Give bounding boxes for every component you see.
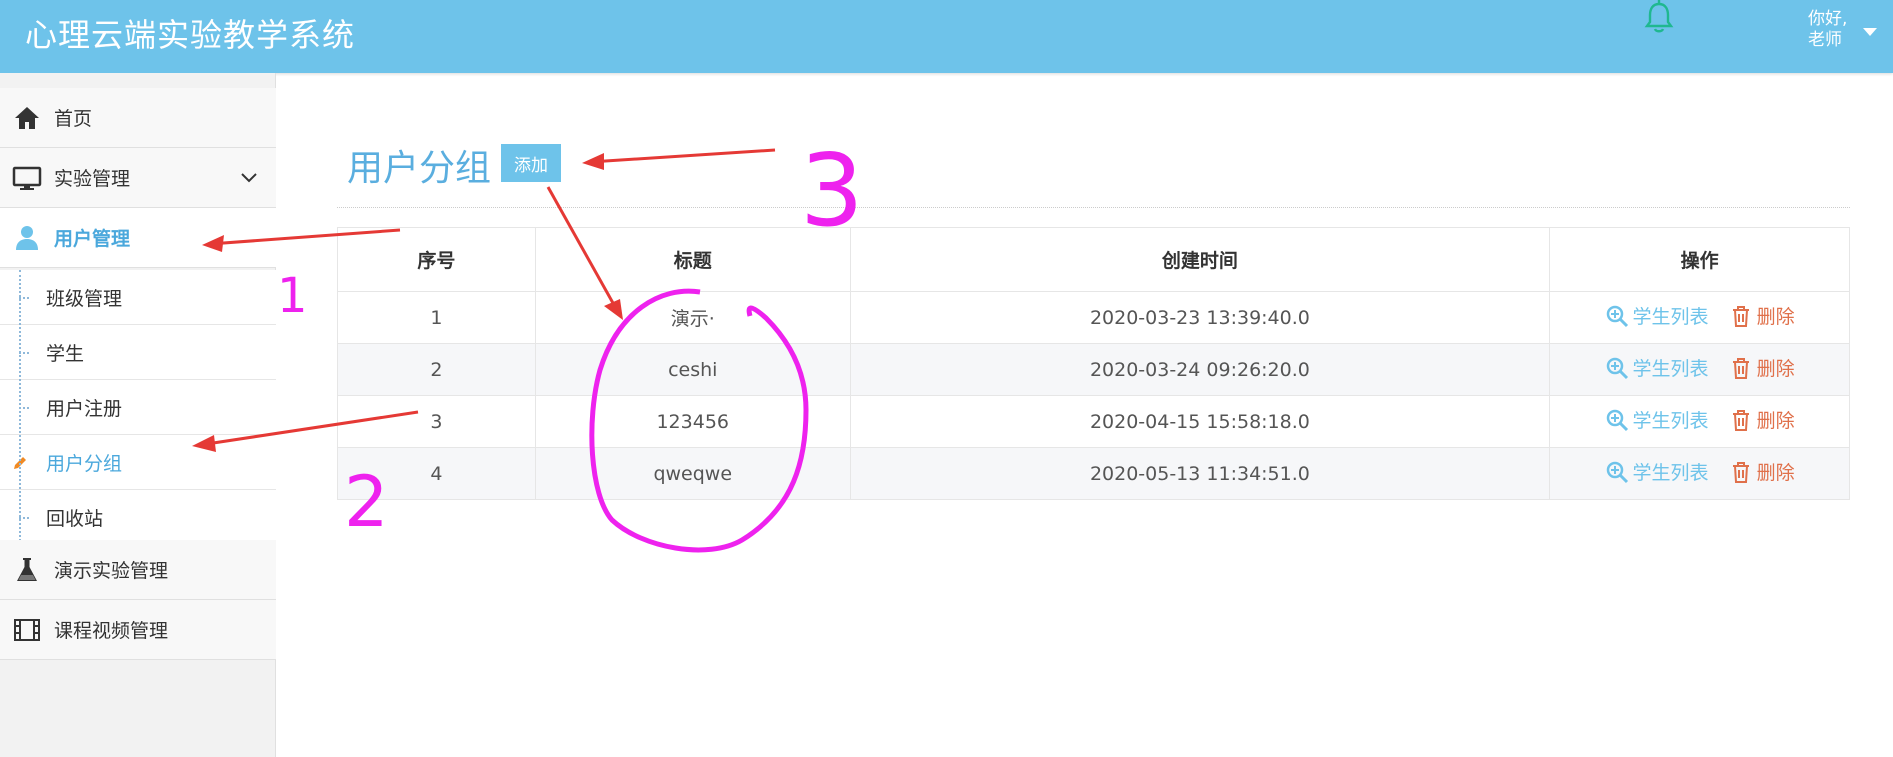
submenu-tree-dash xyxy=(19,297,29,299)
submenu-tree-dash xyxy=(19,517,29,519)
zoom-in-icon xyxy=(1606,357,1628,379)
cell-title: qweqwe xyxy=(534,447,851,500)
submenu-item-label: 学生 xyxy=(46,343,85,365)
flask-icon xyxy=(17,557,37,581)
cell-created: 2020-05-13 11:34:51.0 xyxy=(849,447,1551,500)
sidebar-item-label: 演示实验管理 xyxy=(54,560,169,582)
submenu-item-recycle[interactable]: 回收站 xyxy=(0,490,276,545)
cell-created: 2020-03-24 09:26:20.0 xyxy=(849,343,1551,396)
delete-label: 删除 xyxy=(1756,358,1795,381)
home-icon xyxy=(15,106,39,129)
submenu-tree-dash xyxy=(19,352,29,354)
submenu-item-label: 用户分组 xyxy=(46,453,123,475)
sidebar-item-label: 课程视频管理 xyxy=(54,620,169,642)
delete-link[interactable]: 删除 xyxy=(1729,354,1795,381)
column-header-created: 创建时间 xyxy=(849,227,1551,292)
submenu-item-groups[interactable]: 用户分组 xyxy=(0,435,276,490)
sidebar-item-course-videos[interactable]: 课程视频管理 xyxy=(0,600,276,660)
submenu-item-register[interactable]: 用户注册 xyxy=(0,380,276,435)
delete-link[interactable]: 删除 xyxy=(1729,302,1795,329)
delete-link[interactable]: 删除 xyxy=(1729,458,1795,485)
student-list-link[interactable]: 学生列表 xyxy=(1605,354,1709,381)
chevron-down-icon xyxy=(241,172,257,182)
trash-icon xyxy=(1732,461,1749,483)
zoom-in-icon xyxy=(1606,409,1628,431)
monitor-icon xyxy=(12,166,42,190)
zoom-in-icon xyxy=(1606,461,1628,483)
add-button[interactable]: 添加 xyxy=(501,144,561,182)
sidebar-item-demo-experiments[interactable]: 演示实验管理 xyxy=(0,540,276,600)
trash-icon xyxy=(1732,305,1749,327)
cell-actions: 学生列表 删除 xyxy=(1549,343,1850,396)
student-list-link[interactable]: 学生列表 xyxy=(1605,406,1709,433)
top-bar: 心理云端实验教学系统 你好, 老师 xyxy=(0,0,1893,73)
cell-index: 2 xyxy=(337,343,536,396)
submenu-item-students[interactable]: 学生 xyxy=(0,325,276,380)
sidebar-item-home[interactable]: 首页 xyxy=(0,88,276,148)
cell-actions: 学生列表 删除 xyxy=(1549,447,1850,500)
cell-title: ceshi xyxy=(534,343,851,396)
film-icon xyxy=(14,618,40,641)
cell-index: 3 xyxy=(337,395,536,448)
column-header-actions: 操作 xyxy=(1549,227,1850,292)
column-header-title: 标题 xyxy=(534,227,851,292)
cell-created: 2020-04-15 15:58:18.0 xyxy=(849,395,1551,448)
delete-label: 删除 xyxy=(1756,306,1795,329)
delete-label: 删除 xyxy=(1756,462,1795,485)
delete-link[interactable]: 删除 xyxy=(1729,406,1795,433)
student-list-link[interactable]: 学生列表 xyxy=(1605,458,1709,485)
cell-index: 1 xyxy=(337,291,536,344)
bell-icon[interactable] xyxy=(1641,0,1677,36)
zoom-in-icon xyxy=(1606,305,1628,327)
submenu-item-classes[interactable]: 班级管理 xyxy=(0,270,276,325)
column-header-index: 序号 xyxy=(337,227,536,292)
table-row: 2 ceshi 2020-03-24 09:26:20.0 学生列表 删除 xyxy=(337,343,1850,396)
student-list-label: 学生列表 xyxy=(1632,358,1709,381)
app-title: 心理云端实验教学系统 xyxy=(25,16,356,54)
sidebar-item-experiments[interactable]: 实验管理 xyxy=(0,148,276,208)
table-row: 1 演示· 2020-03-23 13:39:40.0 学生列表 删除 xyxy=(337,291,1850,344)
submenu-item-label: 回收站 xyxy=(46,508,104,530)
sidebar: 首页 实验管理 用户管理 班级管理 学生 用户注册 用户分组 回收站 演示实验管… xyxy=(0,73,276,757)
page-title: 用户分组 xyxy=(347,148,492,189)
student-list-label: 学生列表 xyxy=(1632,410,1709,433)
sidebar-item-users[interactable]: 用户管理 xyxy=(0,208,276,268)
groups-table: 序号 标题 创建时间 操作 1 演示· 2020-03-23 13:39:40.… xyxy=(337,227,1850,500)
cell-title: 123456 xyxy=(534,395,851,448)
student-list-link[interactable]: 学生列表 xyxy=(1605,302,1709,329)
student-list-label: 学生列表 xyxy=(1632,306,1709,329)
cell-title: 演示· xyxy=(534,291,851,344)
sidebar-item-label: 实验管理 xyxy=(54,168,131,190)
greeting-line-1: 你好, xyxy=(1808,9,1848,29)
annotation-arrow xyxy=(582,148,776,170)
submenu-tree-dash xyxy=(19,407,29,409)
table-header-row: 序号 标题 创建时间 操作 xyxy=(337,227,1850,292)
sidebar-item-label: 首页 xyxy=(54,108,93,130)
delete-label: 删除 xyxy=(1756,410,1795,433)
student-list-label: 学生列表 xyxy=(1632,462,1709,485)
cell-index: 4 xyxy=(337,447,536,500)
table-row: 3 123456 2020-04-15 15:58:18.0 学生列表 删除 xyxy=(337,395,1850,448)
title-divider xyxy=(337,207,1850,208)
table-row: 4 qweqwe 2020-05-13 11:34:51.0 学生列表 删除 xyxy=(337,447,1850,500)
cell-actions: 学生列表 删除 xyxy=(1549,395,1850,448)
sidebar-item-label: 用户管理 xyxy=(54,228,131,250)
caret-down-icon[interactable] xyxy=(1862,27,1878,37)
user-icon xyxy=(16,225,38,250)
user-greeting[interactable]: 你好, 老师 xyxy=(1808,9,1847,51)
annotation-number-1: 1 xyxy=(277,268,308,324)
submenu-item-label: 用户注册 xyxy=(46,398,123,420)
greeting-line-2: 老师 xyxy=(1808,30,1842,50)
cell-actions: 学生列表 删除 xyxy=(1549,291,1850,344)
submenu-item-label: 班级管理 xyxy=(46,288,123,310)
trash-icon xyxy=(1732,409,1749,431)
cell-created: 2020-03-23 13:39:40.0 xyxy=(849,291,1551,344)
trash-icon xyxy=(1732,357,1749,379)
